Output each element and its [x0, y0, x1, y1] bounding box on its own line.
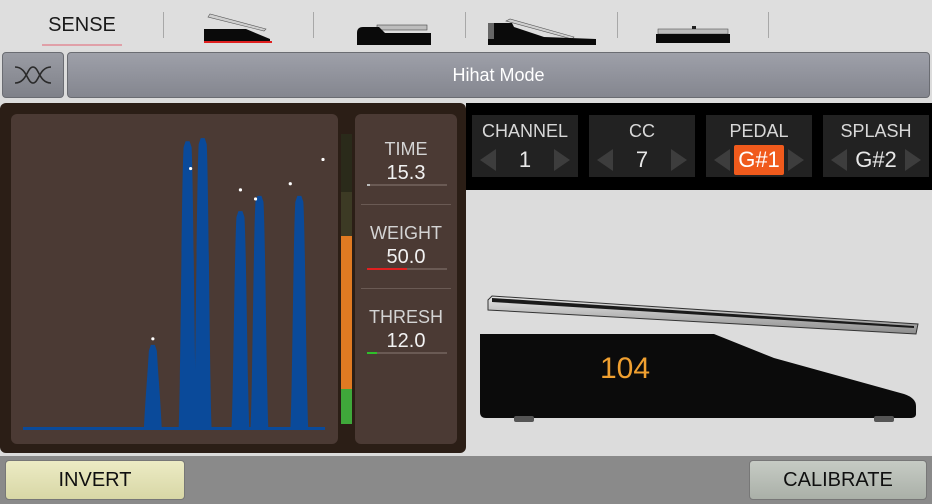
param-time-slider[interactable]	[367, 184, 447, 186]
level-meter-segment	[341, 134, 352, 192]
param-weight-slider[interactable]	[367, 268, 447, 270]
sensor-graph-panel: TIME 15.3 WEIGHT 50.0 THRESH 12.0	[0, 103, 466, 453]
arrow-left-icon[interactable]	[597, 149, 613, 171]
arrow-right-icon[interactable]	[554, 149, 570, 171]
curve-icon	[14, 66, 52, 84]
midi-cc-label: CC	[629, 121, 655, 141]
tab-long-pedal[interactable]	[482, 0, 602, 50]
tab-separator	[163, 12, 164, 38]
invert-button[interactable]: INVERT	[5, 460, 185, 500]
midi-splash-value: G#2	[855, 147, 897, 172]
param-weight[interactable]: WEIGHT 50.0	[355, 204, 457, 288]
mode-bar: Hihat Mode	[0, 50, 932, 102]
level-meter-segment	[341, 389, 352, 424]
tab-sense[interactable]: SENSE	[36, 0, 128, 50]
tab-separator	[313, 12, 314, 38]
parameter-column: TIME 15.3 WEIGHT 50.0 THRESH 12.0	[355, 114, 457, 444]
hihat-pedal-illustration	[480, 295, 919, 422]
arrow-right-icon[interactable]	[905, 149, 921, 171]
tab-separator	[617, 12, 618, 38]
midi-cc: CC 7	[589, 115, 695, 177]
curve-button[interactable]	[2, 52, 64, 98]
param-time[interactable]: TIME 15.3	[355, 120, 457, 204]
arrow-left-icon[interactable]	[714, 149, 730, 171]
flat-pedal-icon	[656, 26, 730, 43]
param-thresh-label: THRESH	[368, 307, 443, 327]
graph-velocity-marker	[238, 188, 243, 192]
midi-pedal-value[interactable]: G#1	[734, 145, 784, 175]
sensor-graph-plot	[23, 126, 325, 430]
sensor-graph	[11, 114, 338, 444]
param-thresh-slider[interactable]	[367, 352, 447, 354]
midi-splash: SPLASH G#2	[823, 115, 929, 177]
pedal-position-value: 104	[599, 352, 651, 385]
mode-selector[interactable]: Hihat Mode	[67, 52, 930, 98]
tab-flat-pedal[interactable]	[650, 0, 734, 50]
param-thresh-value: 12.0	[386, 330, 426, 352]
arrow-left-icon[interactable]	[831, 149, 847, 171]
graph-velocity-marker	[189, 166, 193, 171]
param-weight-fill	[367, 268, 407, 270]
param-thresh[interactable]: THRESH 12.0	[355, 288, 457, 372]
tab-piano-pedal[interactable]	[344, 0, 438, 50]
midi-pedal-label: PEDAL	[729, 121, 789, 141]
level-meter	[341, 134, 352, 424]
tab-bar: SENSE	[0, 0, 932, 50]
graph-velocity-marker	[321, 157, 325, 162]
graph-velocity-marker	[288, 182, 292, 186]
param-weight-label: WEIGHT	[370, 223, 442, 243]
bottom-bar: INVERT CALIBRATE	[0, 456, 932, 504]
graph-baseline	[23, 427, 325, 430]
param-weight-value: 50.0	[386, 246, 426, 268]
param-time-label: TIME	[384, 139, 428, 159]
midi-cc-value: 7	[635, 147, 649, 172]
tab-sense-label: SENSE	[48, 13, 116, 36]
param-thresh-fill	[367, 352, 377, 354]
arrow-right-icon[interactable]	[788, 149, 804, 171]
midi-pedal: PEDAL G#1	[706, 115, 812, 177]
tab-underline	[42, 44, 122, 46]
midi-channel-label: CHANNEL	[481, 121, 569, 141]
param-time-value: 15.3	[386, 162, 426, 184]
level-meter-segment	[341, 235, 352, 390]
tab-hihat-pedal[interactable]	[196, 0, 280, 50]
midi-settings-panel: CHANNEL 1 CC 7 PEDAL G#1 SPLASH G#2	[466, 103, 932, 190]
hihat-pedal-icon	[204, 13, 272, 43]
midi-channel-value: 1	[518, 147, 532, 172]
param-time-fill	[367, 184, 371, 186]
midi-splash-label: SPLASH	[840, 121, 912, 141]
calibrate-button[interactable]: CALIBRATE	[749, 460, 927, 500]
arrow-left-icon[interactable]	[480, 149, 496, 171]
tab-separator	[465, 12, 466, 38]
graph-velocity-marker	[253, 197, 258, 201]
graph-velocity-marker	[151, 337, 155, 341]
long-pedal-icon	[488, 18, 596, 45]
level-meter-segment	[341, 192, 352, 236]
tab-separator	[768, 12, 769, 38]
midi-channel: CHANNEL 1	[472, 115, 578, 177]
arrow-right-icon[interactable]	[671, 149, 687, 171]
piano-pedal-icon	[357, 24, 431, 45]
